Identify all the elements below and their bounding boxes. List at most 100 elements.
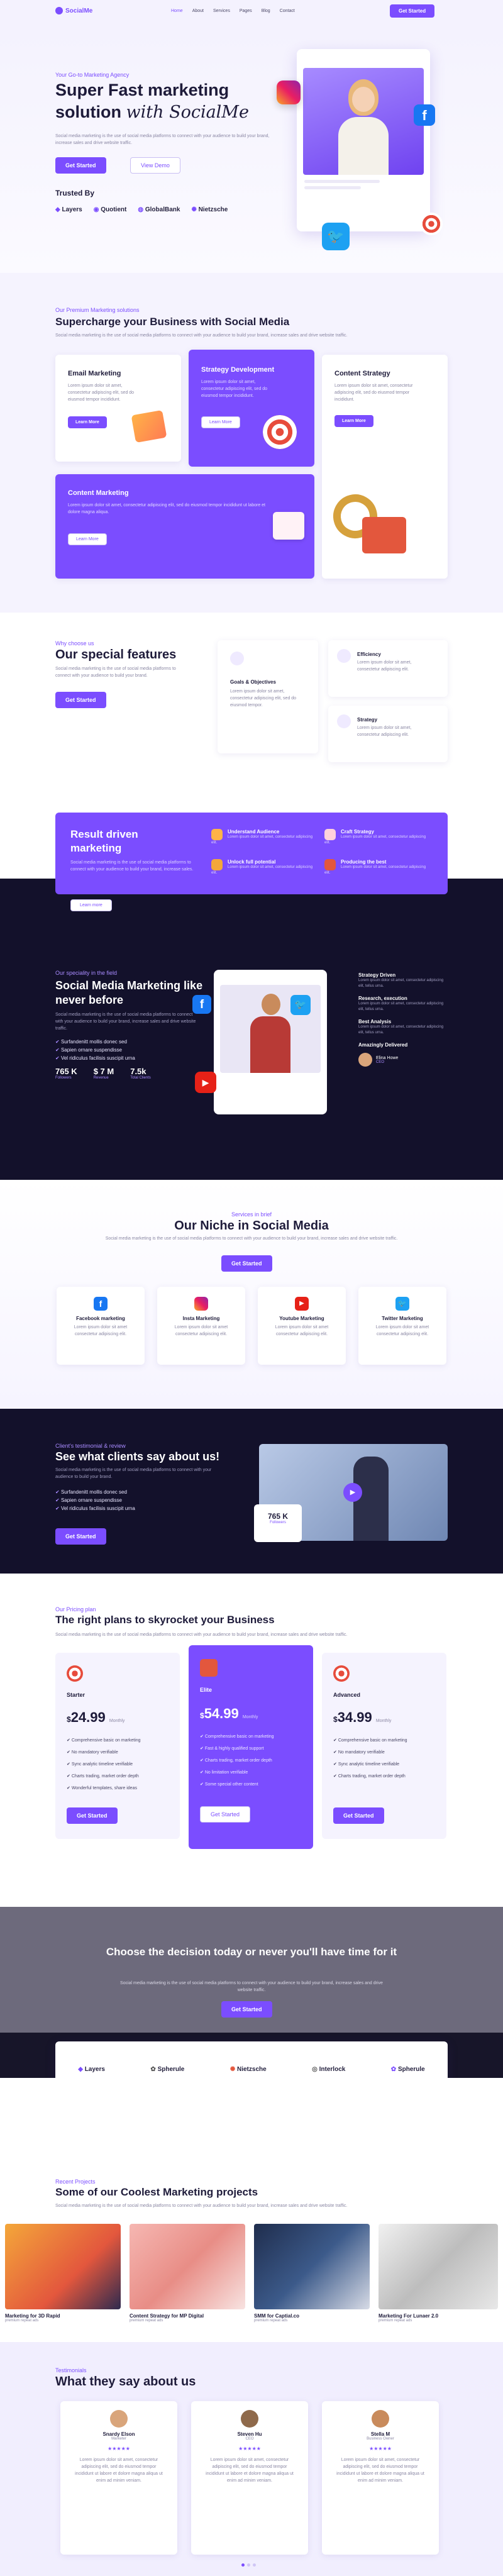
- service-card-email[interactable]: Email Marketing Lorem ipsum dolor sit am…: [55, 355, 181, 462]
- nav-link-about[interactable]: About: [192, 9, 204, 13]
- service-content-marketing-learn-more[interactable]: Learn More: [68, 533, 107, 545]
- hero-phone-mockup: [297, 49, 430, 231]
- niche-card-instagram[interactable]: Insta Marketing Lorem ipsum dolor sit am…: [157, 1287, 245, 1365]
- testimonials-title: What they say about us: [55, 2375, 196, 2389]
- service-card-content-marketing[interactable]: Content Marketing Lorem ipsum dolor sit …: [55, 474, 314, 579]
- results-learn-more-button[interactable]: Learn more: [70, 899, 112, 911]
- plan-elite-get-started[interactable]: Get Started: [200, 1806, 251, 1823]
- instagram-icon: [277, 80, 301, 104]
- services-section: Our Premium Marketing solutions Supercha…: [0, 273, 503, 613]
- niche-card-twitter[interactable]: 🐦 Twitter Marketing Lorem ipsum dolor si…: [358, 1287, 446, 1365]
- pricing-section: Our Pricing plan The right plans to skyr…: [0, 1574, 503, 1907]
- plan-icon: [67, 1665, 83, 1682]
- twitter-icon: 🐦: [322, 223, 350, 250]
- niche-card-facebook[interactable]: f Facebook marketing Lorem ipsum dolor s…: [57, 1287, 145, 1365]
- pricing-eyebrow: Our Pricing plan: [55, 1606, 96, 1613]
- niche-card-youtube[interactable]: ▶ Youtube Marketing Lorem ipsum dolor si…: [258, 1287, 346, 1365]
- facebook-icon: f: [94, 1297, 108, 1311]
- folder-illustration: [273, 512, 304, 540]
- clients-description: Social media marketing is the use of soc…: [55, 1468, 212, 1479]
- partner-logo-interlock: ◎ Interlock: [312, 2065, 346, 2073]
- service-strategy-learn-more[interactable]: Learn More: [201, 416, 240, 428]
- plan-card-elite: Elite $54.99 Monthly ✔ Comprehensive bas…: [189, 1645, 313, 1849]
- dark-phone-mockup: [214, 970, 327, 1114]
- quote-title: Amazingly Delivered: [358, 1042, 408, 1048]
- project-thumbnail: [379, 2224, 498, 2309]
- pricing-description: Social media marketing is the use of soc…: [55, 1633, 348, 1637]
- feature-card-efficiency: Efficiency Lorem ipsum dolor sit amet, c…: [328, 640, 448, 697]
- nav-cta-button[interactable]: Get Started: [390, 4, 435, 18]
- project-card-captial[interactable]: SMM for Captial.co premium repeat ads: [254, 2224, 370, 2323]
- niche-get-started-button[interactable]: Get Started: [221, 1255, 272, 1272]
- nav-link-blog[interactable]: Blog: [262, 9, 270, 13]
- niche-section: Services in brief Our Niche in Social Me…: [0, 1180, 503, 1409]
- service-content-strategy-learn-more[interactable]: Learn More: [334, 415, 373, 427]
- cta-section: Choose the decision today or never you'l…: [0, 1907, 503, 2097]
- twitter-icon: 🐦: [395, 1297, 409, 1311]
- facebook-icon: f: [414, 104, 435, 126]
- project-thumbnail: [5, 2224, 121, 2309]
- feature-card-strategy: Strategy Lorem ipsum dolor sit amet, con…: [328, 706, 448, 762]
- hero-get-started-button[interactable]: Get Started: [55, 157, 106, 174]
- nav-link-home[interactable]: Home: [171, 9, 183, 13]
- plan-card-starter: Starter $24.99 Monthly ✔ Comprehensive b…: [55, 1653, 180, 1839]
- features-get-started-button[interactable]: Get Started: [55, 692, 106, 708]
- dark-eyebrow: Our speciality in the field: [55, 970, 118, 976]
- plan-advanced-get-started[interactable]: Get Started: [333, 1807, 384, 1824]
- target-icon: [263, 415, 297, 449]
- avatar: [110, 2410, 128, 2428]
- logo-globalbank: ◍ GlobalBank: [138, 206, 180, 213]
- brand-name: SocialMe: [65, 7, 93, 14]
- project-card-3d-rapid[interactable]: Marketing for 3D Rapid premium repeat ad…: [5, 2224, 121, 2323]
- projects-eyebrow: Recent Projects: [55, 2179, 96, 2185]
- partner-logo-spherule: ✿ Spherule: [150, 2065, 185, 2073]
- service-email-learn-more[interactable]: Learn More: [68, 416, 107, 428]
- potential-icon: [211, 859, 223, 870]
- dark-stats: 765 K Followers $ 7 M Revenue 7.5k Total Cl…: [55, 1067, 151, 1080]
- clients-get-started-button[interactable]: Get Started: [55, 1528, 106, 1545]
- testimonials-eyebrow: Testimonials: [55, 2367, 87, 2373]
- carousel-dots[interactable]: [241, 2563, 256, 2567]
- service-card-strategy[interactable]: Strategy Development Lorem ipsum dolor s…: [189, 350, 314, 467]
- dark-title: Social Media Marketing like never before: [55, 979, 203, 1006]
- testimonial-card-3: Stella M Business Owner ★★★★★ Lorem ipsu…: [322, 2401, 439, 2555]
- features-title: Our special features: [55, 648, 177, 662]
- logo-nietzsche: ✺ Nietzsche: [191, 206, 228, 213]
- rating-stars: ★★★★★: [238, 2446, 261, 2451]
- woman-portrait: [334, 74, 392, 175]
- dark-checklist: Surfandenitt mollis donec sed Sapien orn…: [55, 1038, 135, 1062]
- nav-link-contact[interactable]: Contact: [280, 9, 295, 13]
- strategy-icon: [337, 714, 351, 728]
- project-card-mp-digital[interactable]: Content Strategy for MP Digital premium …: [130, 2224, 245, 2323]
- pricing-title: The right plans to skyrocket your Busine…: [55, 1614, 275, 1626]
- brand-logo[interactable]: SocialMe: [55, 7, 92, 14]
- hero-section: Your Go-to Marketing Agency Super Fast m…: [0, 23, 503, 273]
- clients-eyebrow: Client's testimonial & review: [55, 1443, 126, 1449]
- trusted-by-title: Trusted By: [55, 189, 95, 197]
- features-eyebrow: Why choose us: [55, 640, 94, 647]
- play-icon[interactable]: ▶: [343, 1483, 362, 1502]
- cta-get-started-button[interactable]: Get Started: [221, 2001, 272, 2018]
- hero-eyebrow: Your Go-to Marketing Agency: [55, 72, 130, 78]
- cta-title: Choose the decision today or never you'l…: [106, 1946, 397, 1958]
- clients-checklist: Surfandenitt mollis donec sed Sapien orn…: [55, 1488, 135, 1513]
- businesswoman-portrait: [250, 991, 290, 1073]
- plan-card-advanced: Advanced $34.99 Monthly ✔ Comprehensive …: [322, 1653, 446, 1839]
- projects-title: Some of our Coolest Marketing projects: [55, 2186, 258, 2198]
- hero-view-demo-button[interactable]: View Demo: [130, 157, 180, 174]
- rating-stars: ★★★★★: [108, 2446, 130, 2451]
- plan-starter-get-started[interactable]: Get Started: [67, 1807, 118, 1824]
- youtube-icon: ▶: [295, 1297, 309, 1311]
- project-card-lunaer[interactable]: Marketing For Lunaer 2.0 premium repeat …: [379, 2224, 498, 2323]
- goals-icon: [230, 652, 244, 665]
- service-card-content-strategy[interactable]: Content Strategy Lorem ipsum dolor sit a…: [322, 355, 448, 579]
- feature-card-goals: Goals & Objectives Lorem ipsum dolor sit…: [218, 640, 318, 753]
- avatar: [358, 1053, 372, 1067]
- nav-link-pages[interactable]: Pages: [240, 9, 252, 13]
- followers-stat-card: 765 K Followers: [254, 1504, 302, 1542]
- nav-link-services[interactable]: Services: [213, 9, 230, 13]
- dark-description: Social media marketing is the use of soc…: [55, 1013, 196, 1031]
- niche-eyebrow: Services in brief: [231, 1211, 272, 1218]
- plan-icon: [200, 1659, 218, 1677]
- rating-stars: ★★★★★: [369, 2446, 392, 2451]
